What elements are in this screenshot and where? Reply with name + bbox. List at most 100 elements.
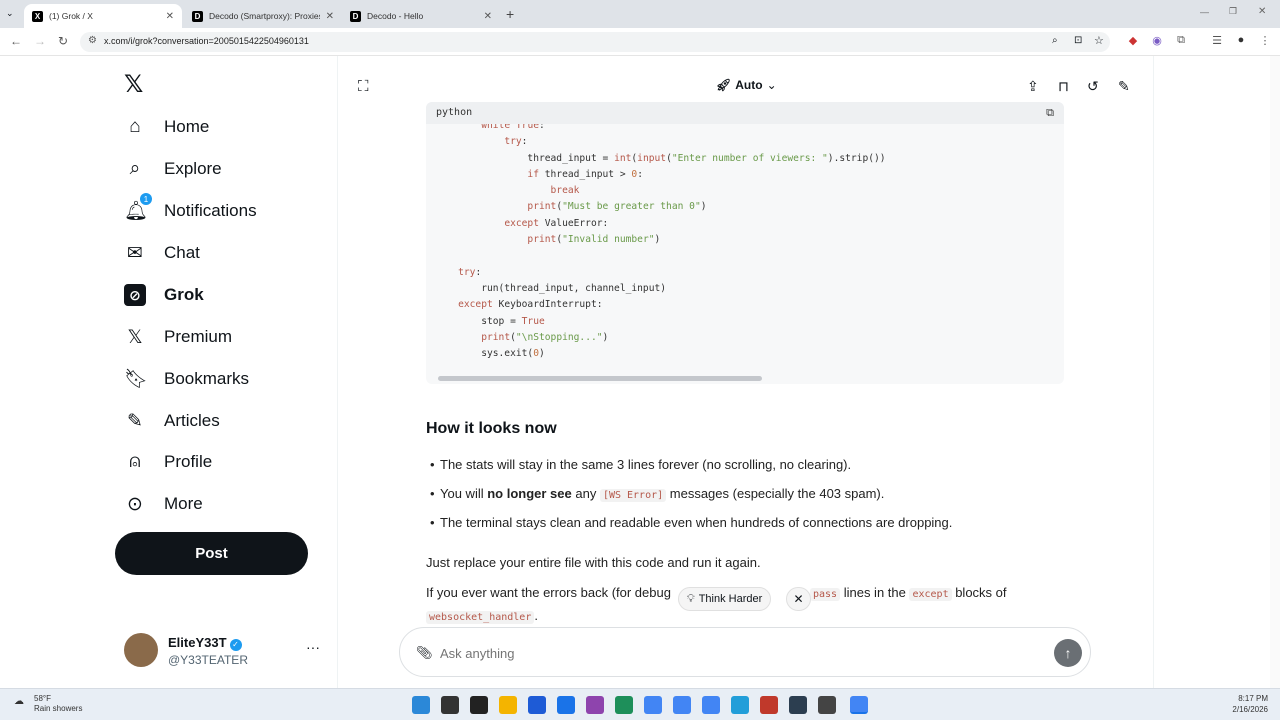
terminal-icon[interactable] bbox=[470, 696, 488, 714]
app-icon[interactable] bbox=[615, 696, 633, 714]
reload-icon[interactable]: ↻ bbox=[58, 34, 68, 48]
weather-desc: Rain showers bbox=[34, 704, 83, 713]
expand-icon[interactable]: ⛶ bbox=[358, 78, 369, 95]
chrome-icon[interactable] bbox=[673, 696, 691, 714]
windows-taskbar: ☁ 58°F Rain showers 8:17 PM 2/16/2026 bbox=[0, 688, 1280, 720]
url-text: x.com/i/grok?conversation=20050154225049… bbox=[104, 36, 309, 46]
install-app-icon[interactable]: ⊡ bbox=[1074, 35, 1082, 46]
chrome-icon[interactable] bbox=[702, 696, 720, 714]
file-explorer-icon[interactable] bbox=[499, 696, 517, 714]
sidebar-item-notifications[interactable]: 🔔︎ 1 Notifications bbox=[124, 193, 257, 227]
profile-name-row: EliteY33T ✓ bbox=[168, 635, 242, 651]
extension-icon[interactable]: ◉ bbox=[1150, 34, 1164, 48]
tab-decodo-proxies[interactable]: D Decodo (Smartproxy): Proxies & ✕ bbox=[184, 4, 342, 28]
sidebar-item-explore[interactable]: ⌕ Explore bbox=[124, 153, 222, 185]
text: . bbox=[534, 608, 538, 623]
sidebar-item-profile[interactable]: ⍝ Profile bbox=[124, 446, 212, 478]
inline-code: except bbox=[909, 588, 952, 601]
url-field[interactable]: ⚙ x.com/i/grok?conversation=200501542250… bbox=[80, 32, 1110, 52]
bookmark-icon[interactable]: ⊓ bbox=[1058, 78, 1069, 95]
chrome-icon[interactable] bbox=[644, 696, 662, 714]
send-button[interactable]: ↑ bbox=[1054, 639, 1082, 667]
tab-label: Decodo - Hello bbox=[367, 11, 424, 21]
text: messages (especially the 403 spam). bbox=[666, 486, 885, 501]
sidebar-item-chat[interactable]: ✉ Chat bbox=[124, 237, 200, 269]
account-switcher[interactable]: EliteY33T ✓ @Y33TEATER ··· bbox=[124, 633, 324, 669]
tab-search-icon[interactable]: ⌄ bbox=[6, 8, 14, 19]
history-icon[interactable]: ↺ bbox=[1087, 78, 1099, 95]
grok-icon: ⊘ bbox=[124, 284, 146, 306]
sidebar-item-label: Grok bbox=[164, 285, 204, 304]
app-icon[interactable] bbox=[818, 696, 836, 714]
system-clock[interactable]: 8:17 PM 2/16/2026 bbox=[1218, 693, 1268, 715]
telegram-icon[interactable] bbox=[731, 696, 749, 714]
extensions-puzzle-icon[interactable]: ⧉ bbox=[1174, 34, 1188, 48]
new-chat-icon[interactable]: ✎ bbox=[1118, 78, 1130, 95]
think-harder-button[interactable]: 💡︎ Think Harder bbox=[678, 587, 772, 611]
notification-badge: 1 bbox=[140, 193, 152, 205]
forward-icon[interactable]: → bbox=[34, 34, 46, 48]
app-icon[interactable] bbox=[789, 696, 807, 714]
mode-selector[interactable]: 🚀︎ Auto ⌄ bbox=[716, 78, 777, 92]
profile-icon[interactable]: ● bbox=[1234, 34, 1248, 48]
extension-icon[interactable]: ◆ bbox=[1126, 34, 1140, 48]
more-circle-icon: ⊙ bbox=[127, 493, 143, 515]
share-icon[interactable]: ⇪ bbox=[1027, 78, 1039, 95]
browser-menu-icon[interactable]: ⋮ bbox=[1258, 34, 1272, 48]
minimize-icon[interactable]: — bbox=[1200, 7, 1209, 17]
app-icon[interactable] bbox=[586, 696, 604, 714]
close-tab-icon[interactable]: ✕ bbox=[326, 11, 334, 22]
close-window-icon[interactable]: ✕ bbox=[1258, 6, 1266, 17]
sidebar-item-home[interactable]: ⌂ Home bbox=[124, 111, 209, 143]
reading-list-icon[interactable]: ☰ bbox=[1210, 34, 1224, 48]
more-dots-icon[interactable]: ··· bbox=[306, 639, 320, 655]
home-icon: ⌂ bbox=[129, 116, 141, 137]
sidebar-item-label: Notifications bbox=[164, 201, 257, 220]
start-icon[interactable] bbox=[412, 696, 430, 714]
mail-icon: ✉ bbox=[127, 242, 143, 264]
sidebar-item-bookmarks[interactable]: 🔖︎ Bookmarks bbox=[124, 363, 249, 395]
post-button[interactable]: Post bbox=[115, 532, 308, 575]
paragraph-continued: websocket_handler. bbox=[426, 608, 538, 624]
app-icon[interactable] bbox=[760, 696, 778, 714]
mode-label: Auto bbox=[735, 78, 763, 92]
paragraph: Just replace your entire file with this … bbox=[426, 555, 761, 570]
maximize-icon[interactable]: ❐ bbox=[1229, 6, 1237, 17]
app-icon[interactable] bbox=[557, 696, 575, 714]
sidebar-item-more[interactable]: ⊙ More bbox=[124, 488, 203, 520]
tab-grok[interactable]: X (1) Grok / X ✕ bbox=[24, 4, 182, 28]
code-content: while True: try: thread_input = int(inpu… bbox=[458, 120, 886, 360]
site-info-icon[interactable]: ⚙ bbox=[88, 35, 97, 46]
new-tab-icon[interactable]: + bbox=[506, 6, 514, 22]
code-scrollbar-thumb[interactable] bbox=[438, 376, 762, 381]
app-icon[interactable] bbox=[528, 696, 546, 714]
close-icon[interactable]: ✕ bbox=[786, 587, 811, 611]
close-tab-icon[interactable]: ✕ bbox=[166, 11, 174, 22]
bookmark-star-icon[interactable]: ☆ bbox=[1094, 34, 1104, 47]
paragraph-continued: pass lines in the except blocks of bbox=[810, 585, 1007, 601]
sidebar-item-label: Premium bbox=[164, 327, 233, 346]
tab-decodo-hello[interactable]: D Decodo - Hello ✕ bbox=[342, 4, 500, 28]
close-tab-icon[interactable]: ✕ bbox=[484, 11, 492, 22]
text: any bbox=[571, 486, 600, 501]
sidebar-item-grok[interactable]: ⊘ Grok bbox=[124, 279, 204, 311]
attach-icon[interactable]: 📎︎ bbox=[416, 645, 433, 661]
tab-label: (1) Grok / X bbox=[49, 11, 93, 21]
task-view-icon[interactable] bbox=[441, 696, 459, 714]
zoom-icon[interactable]: ⌕ bbox=[1052, 35, 1058, 46]
ask-input[interactable] bbox=[440, 640, 1040, 666]
chrome-active-icon[interactable] bbox=[850, 696, 868, 714]
browser-tab-strip: ⌄ X (1) Grok / X ✕ D Decodo (Smartproxy)… bbox=[0, 0, 1280, 28]
copy-icon[interactable]: ⧉ bbox=[1046, 106, 1054, 120]
back-icon[interactable]: ← bbox=[10, 34, 22, 48]
weather-icon: ☁ bbox=[14, 696, 24, 707]
x-logo-icon[interactable]: 𝕏 bbox=[124, 70, 143, 99]
sidebar-item-articles[interactable]: ✎ Articles bbox=[124, 405, 220, 437]
sidebar-item-premium[interactable]: 𝕏 Premium bbox=[124, 321, 232, 353]
code-block: python ⧉ while True: try: thread_input =… bbox=[426, 102, 1064, 384]
text: You will bbox=[440, 486, 488, 501]
sidebar-item-label: Chat bbox=[164, 243, 200, 262]
page-scrollbar[interactable] bbox=[1270, 56, 1280, 688]
code-scrollbar[interactable] bbox=[426, 374, 1064, 382]
verified-badge-icon: ✓ bbox=[229, 639, 242, 651]
